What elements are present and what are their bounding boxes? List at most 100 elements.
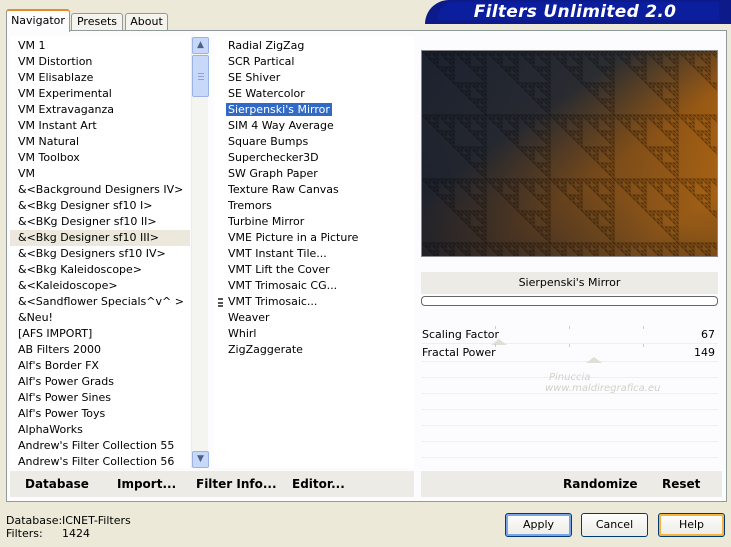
param-scaling-factor[interactable]: Scaling Factor 67 [421, 326, 718, 345]
category-item[interactable]: &<Bkg Designer sf10 I> [10, 198, 190, 214]
database-value: ICNET-Filters [62, 514, 131, 527]
category-item[interactable]: &<Bkg Designer sf10 III> [10, 230, 190, 246]
filter-label: Turbine Mirror [228, 215, 305, 228]
filter-item[interactable]: VMT Trimosaic CG... [214, 278, 414, 294]
filter-item[interactable]: SIM 4 Way Average [214, 118, 414, 134]
database-label: Database: [6, 514, 63, 527]
category-item[interactable]: Andrew's Filter Collection 55 [10, 438, 190, 454]
category-item[interactable]: &Neu! [10, 310, 190, 326]
filter-item[interactable]: SE Watercolor [214, 86, 414, 102]
filter-item[interactable]: Radial ZigZag [214, 38, 414, 54]
filter-label: SIM 4 Way Average [228, 119, 334, 132]
database-button[interactable]: Database [25, 477, 89, 491]
filter-label: VMT Trimosaic CG... [228, 279, 338, 292]
filter-item[interactable]: VMT Instant Tile... [214, 246, 414, 262]
category-item[interactable]: VM Elisablaze [10, 70, 190, 86]
category-item[interactable]: Alf's Power Sines [10, 390, 190, 406]
filter-item[interactable]: VMT Lift the Cover [214, 262, 414, 278]
category-item[interactable]: &<Sandflower Specials^v^ > [10, 294, 190, 310]
marker-icon [218, 298, 223, 307]
category-item[interactable]: VM Natural [10, 134, 190, 150]
category-item[interactable]: &<Kaleidoscope> [10, 278, 190, 294]
category-item[interactable]: Alf's Border FX [10, 358, 190, 374]
filter-label: SE Watercolor [228, 87, 305, 100]
reset-button[interactable]: Reset [662, 477, 700, 491]
filter-item[interactable]: Sierpenski's Mirror [214, 102, 414, 118]
tab-presets[interactable]: Presets [71, 13, 123, 31]
filter-label: Radial ZigZag [228, 39, 305, 52]
category-item[interactable]: VM Toolbox [10, 150, 190, 166]
param-value: 67 [701, 328, 715, 341]
filter-label: SW Graph Paper [228, 167, 318, 180]
import-button[interactable]: Import... [117, 477, 176, 491]
category-item[interactable]: &<Bkg Kaleidoscope> [10, 262, 190, 278]
filters-count: 1424 [62, 527, 90, 540]
category-item[interactable]: VM Instant Art [10, 118, 190, 134]
category-scrollbar[interactable]: ▲ ▼ [191, 37, 209, 468]
filter-label: VMT Lift the Cover [228, 263, 330, 276]
progress-bar [421, 296, 718, 306]
scroll-thumb[interactable] [192, 55, 209, 97]
param-fractal-power[interactable]: Fractal Power 149 [421, 344, 718, 363]
category-item[interactable]: VM [10, 166, 190, 182]
filter-item[interactable]: SE Shiver [214, 70, 414, 86]
slider-thumb[interactable] [586, 357, 602, 363]
category-item[interactable]: Andrew's Filter Collection 56 [10, 454, 190, 468]
filter-list[interactable]: Radial ZigZag SCR Partical SE Shiver SE Wat… [214, 36, 414, 468]
filter-label: VMT Instant Tile... [228, 247, 327, 260]
category-item[interactable]: &<BKg Designer sf10 II> [10, 214, 190, 230]
watermark: Pinuccia www.maldiregrafica.eu [545, 372, 661, 394]
category-item[interactable]: VM Distortion [10, 54, 190, 70]
filter-item[interactable]: ZigZaggerate [214, 342, 414, 358]
filter-label: VMT Trimosaic... [228, 295, 318, 308]
filter-label: Sierpenski's Mirror [226, 103, 332, 116]
apply-button[interactable]: Apply [505, 513, 572, 537]
filter-item[interactable]: VME Picture in a Picture [214, 230, 414, 246]
editor-button[interactable]: Editor... [292, 477, 345, 491]
filter-label: Texture Raw Canvas [228, 183, 339, 196]
filter-item[interactable]: Texture Raw Canvas [214, 182, 414, 198]
filter-item[interactable]: Square Bumps [214, 134, 414, 150]
filter-label: ZigZaggerate [228, 343, 303, 356]
category-item[interactable]: Alf's Power Toys [10, 406, 190, 422]
category-item[interactable]: &<Background Designers IV> [10, 182, 190, 198]
help-button[interactable]: Help [658, 513, 725, 537]
category-item[interactable]: VM Experimental [10, 86, 190, 102]
filter-item[interactable]: SCR Partical [214, 54, 414, 70]
right-toolbar: Randomize Reset [421, 471, 722, 497]
filter-item[interactable]: Weaver [214, 310, 414, 326]
filter-label: Square Bumps [228, 135, 309, 148]
banner-title: Filters Unlimited 2.0 [473, 2, 677, 22]
category-item[interactable]: AB Filters 2000 [10, 342, 190, 358]
left-toolbar: Database Import... Filter Info... Editor… [10, 471, 414, 497]
filters-label: Filters: [6, 527, 43, 540]
category-item[interactable]: &<Bkg Designers sf10 IV> [10, 246, 190, 262]
cancel-button[interactable]: Cancel [581, 513, 648, 537]
filter-item[interactable]: Tremors [214, 198, 414, 214]
filter-label: Weaver [228, 311, 270, 324]
filter-item[interactable]: VMT Trimosaic... [214, 294, 414, 310]
category-item[interactable]: Alf's Power Grads [10, 374, 190, 390]
filter-item[interactable]: SW Graph Paper [214, 166, 414, 182]
filter-item[interactable]: Turbine Mirror [214, 214, 414, 230]
category-item[interactable]: VM Extravaganza [10, 102, 190, 118]
filter-item[interactable]: Superchecker3D [214, 150, 414, 166]
filter-label: Superchecker3D [228, 151, 319, 164]
tab-about[interactable]: About [125, 13, 168, 31]
category-list[interactable]: VM 1 VM Distortion VM Elisablaze VM Experim… [10, 36, 190, 468]
category-item[interactable]: VM 1 [10, 38, 190, 54]
filter-label: SE Shiver [228, 71, 281, 84]
filter-item[interactable]: Whirl [214, 326, 414, 342]
tab-navigator[interactable]: Navigator [6, 9, 70, 32]
scroll-up-button[interactable]: ▲ [192, 37, 209, 54]
filter-label: SCR Partical [228, 55, 295, 68]
selected-filter-name: Sierpenski's Mirror [421, 272, 718, 294]
randomize-button[interactable]: Randomize [563, 477, 637, 491]
param-value: 149 [694, 346, 715, 359]
filter-label: Whirl [228, 327, 257, 340]
category-item[interactable]: AlphaWorks [10, 422, 190, 438]
filter-info-button[interactable]: Filter Info... [196, 477, 277, 491]
category-item[interactable]: [AFS IMPORT] [10, 326, 190, 342]
scroll-down-button[interactable]: ▼ [192, 451, 209, 468]
preview-image [421, 50, 718, 257]
